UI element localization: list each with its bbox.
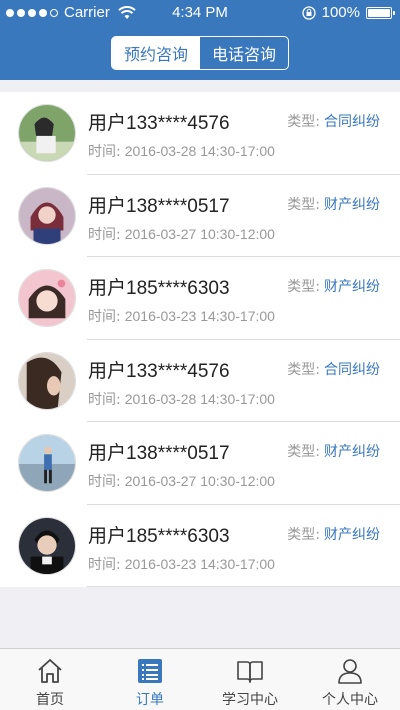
tab-profile[interactable]: 个人中心	[300, 649, 400, 710]
nav-header: Carrier 4:34 PM 100% 预约咨询 电话咨询	[0, 0, 400, 80]
rotation-lock-icon	[301, 5, 316, 20]
home-icon	[38, 659, 62, 683]
divider	[87, 586, 400, 587]
case-type: 类型: 合同纠纷	[287, 361, 380, 378]
consult-type-segmented-control: 预约咨询 电话咨询	[111, 36, 289, 70]
segment-phone[interactable]: 电话咨询	[200, 37, 288, 69]
avatar-photo	[19, 435, 75, 491]
tab-label: 个人中心	[322, 692, 378, 708]
appointment-time-value: 2016-03-27 10:30-12:00	[124, 473, 275, 489]
order-list: 用户133****4576 类型: 合同纠纷 时间: 2016-03-28 14:3…	[0, 92, 400, 587]
case-type-value: 合同纠纷	[324, 114, 380, 130]
user-name: 用户133****4576	[88, 360, 230, 382]
appointment-time: 时间: 2016-03-27 10:30-12:00	[88, 473, 275, 490]
appointment-time: 时间: 2016-03-28 14:30-17:00	[88, 143, 275, 160]
case-type: 类型: 财产纠纷	[287, 196, 380, 213]
case-type-value: 财产纠纷	[324, 196, 380, 213]
book-icon	[237, 661, 263, 683]
user-name: 用户185****6303	[88, 525, 230, 547]
tab-learning-center[interactable]: 学习中心	[200, 649, 300, 710]
user-name: 用户133****4576	[88, 113, 230, 134]
user-name: 用户138****0517	[88, 195, 230, 217]
list-item[interactable]: 用户138****0517 类型: 财产纠纷 时间: 2016-03-27 10:3…	[0, 422, 400, 505]
avatar	[18, 269, 76, 327]
case-type: 类型: 合同纠纷	[287, 114, 380, 130]
case-type-value: 财产纠纷	[324, 444, 380, 460]
list-item[interactable]: 用户185****6303 类型: 财产纠纷 时间: 2016-03-23 14:3…	[0, 505, 400, 587]
avatar-photo	[19, 105, 75, 161]
appointment-time-value: 2016-03-28 14:30-17:00	[124, 390, 275, 407]
case-type: 类型: 财产纠纷	[287, 279, 380, 295]
user-name: 用户185****6303	[88, 278, 230, 299]
appointment-time-value: 2016-03-28 14:30-17:00	[124, 143, 275, 159]
appointment-time-value: 2016-03-23 14:30-17:00	[124, 308, 275, 324]
tab-label: 首页	[36, 692, 64, 708]
tab-home[interactable]: 首页	[0, 649, 100, 710]
battery-icon	[366, 6, 395, 19]
tab-bar: 首页 订单 学习中心 个人中心	[0, 648, 400, 710]
list-item[interactable]: 用户185****6303 类型: 财产纠纷 时间: 2016-03-23 14:3…	[0, 257, 400, 340]
case-type: 类型: 财产纠纷	[287, 444, 380, 460]
case-type: 类型: 财产纠纷	[287, 526, 380, 543]
status-bar: Carrier 4:34 PM 100%	[0, 0, 400, 26]
order-list-icon	[138, 659, 162, 683]
avatar-photo	[19, 187, 75, 244]
segment-appointment[interactable]: 预约咨询	[112, 37, 200, 69]
avatar	[18, 104, 76, 162]
tab-orders[interactable]: 订单	[100, 649, 200, 710]
user-name: 用户138****0517	[88, 443, 230, 464]
appointment-time: 时间: 2016-03-28 14:30-17:00	[88, 390, 275, 408]
appointment-time: 时间: 2016-03-27 10:30-12:00	[88, 225, 275, 243]
list-item[interactable]: 用户138****0517 类型: 财产纠纷 时间: 2016-03-27 10:3…	[0, 175, 400, 257]
tab-label: 学习中心	[222, 692, 278, 708]
avatar-photo	[19, 270, 75, 326]
appointment-time-value: 2016-03-27 10:30-12:00	[124, 225, 275, 242]
battery-percent: 100%	[321, 4, 360, 21]
case-type-value: 财产纠纷	[324, 526, 380, 543]
avatar-photo	[19, 517, 75, 574]
appointment-time: 时间: 2016-03-23 14:30-17:00	[88, 308, 275, 325]
avatar	[18, 434, 76, 492]
person-icon	[338, 659, 362, 684]
avatar	[18, 516, 76, 575]
avatar-photo	[19, 352, 75, 409]
case-type-value: 合同纠纷	[324, 361, 380, 378]
avatar	[18, 351, 76, 410]
avatar	[18, 186, 76, 245]
list-item[interactable]: 用户133****4576 类型: 合同纠纷 时间: 2016-03-28 14:3…	[0, 340, 400, 422]
list-item[interactable]: 用户133****4576 类型: 合同纠纷 时间: 2016-03-28 14:3…	[0, 92, 400, 175]
case-type-value: 财产纠纷	[324, 279, 380, 295]
tab-label: 订单	[136, 692, 164, 708]
appointment-time-value: 2016-03-23 14:30-17:00	[124, 555, 275, 572]
appointment-time: 时间: 2016-03-23 14:30-17:00	[88, 555, 275, 573]
